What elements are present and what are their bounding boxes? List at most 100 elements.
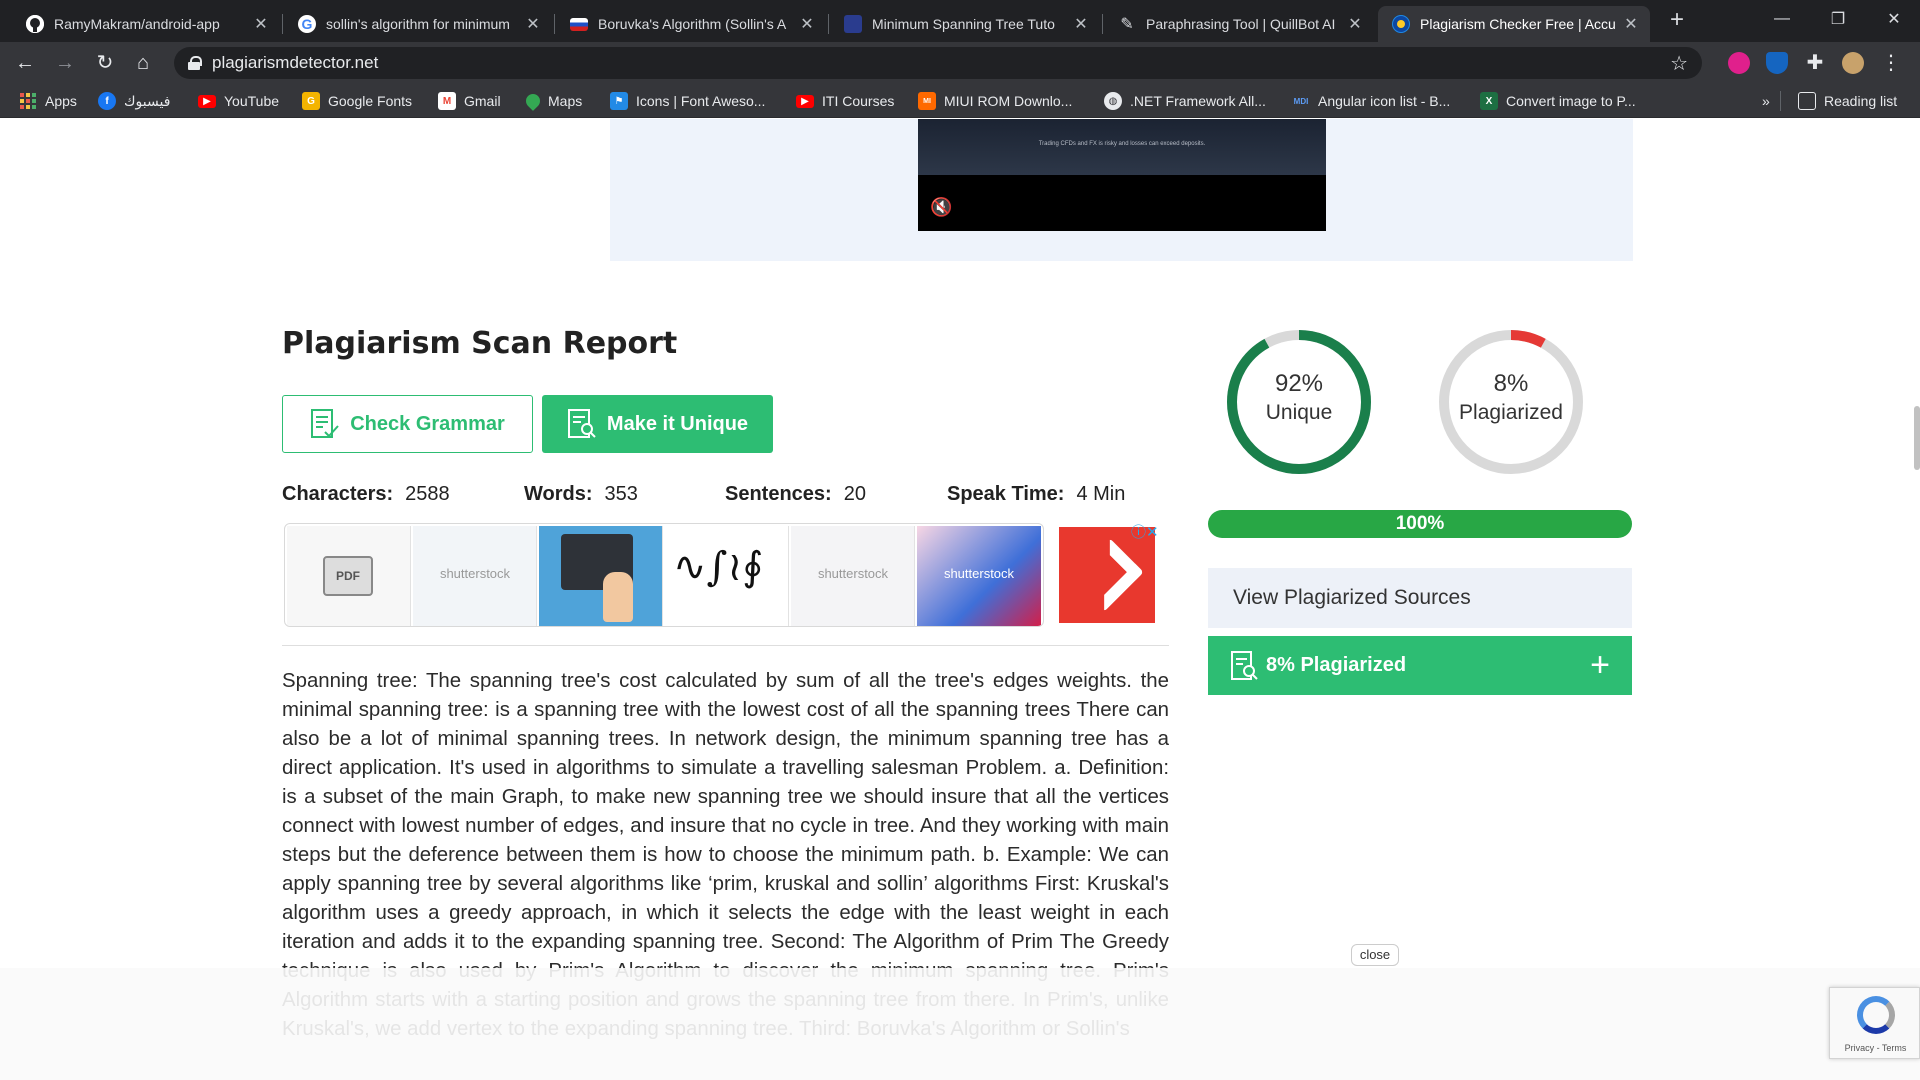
extensions-puzzle-icon[interactable]: ✚ bbox=[1804, 52, 1826, 74]
stat-speak-time: Speak Time: 4 Min bbox=[947, 483, 1125, 506]
plagiarism-site-icon bbox=[1392, 15, 1410, 33]
close-window-icon[interactable]: ✕ bbox=[1866, 0, 1920, 38]
back-arrow-icon[interactable]: ← bbox=[12, 50, 38, 76]
close-tab-icon[interactable]: ✕ bbox=[1346, 14, 1364, 34]
tab-quillbot[interactable]: ✎ Paraphrasing Tool | QuillBot AI ✕ bbox=[1104, 6, 1374, 42]
close-tab-icon[interactable]: ✕ bbox=[1622, 14, 1640, 34]
bookmark-miui[interactable]: MI MIUI ROM Downlo... bbox=[918, 91, 1072, 111]
stat-value: 20 bbox=[843, 483, 866, 505]
reading-list-icon bbox=[1798, 92, 1816, 110]
grammar-document-icon bbox=[311, 409, 339, 438]
tab-separator bbox=[828, 14, 829, 34]
bookmark-star-icon[interactable]: ☆ bbox=[1670, 51, 1688, 76]
bookmark-angular-icons[interactable]: MDI Angular icon list - B... bbox=[1292, 91, 1451, 111]
bookmark-label: Maps bbox=[548, 93, 583, 109]
image-ad-strip[interactable]: PDF shutterstock ∿∫≀∮ shutterstock shutt… bbox=[284, 523, 1044, 627]
close-tab-icon[interactable]: ✕ bbox=[524, 14, 542, 34]
bookmark-font-awesome[interactable]: ⚑ Icons | Font Aweso... bbox=[610, 91, 765, 111]
bookmark-google-fonts[interactable]: G Google Fonts bbox=[302, 91, 412, 111]
stat-value: 353 bbox=[604, 483, 638, 505]
bookmark-apps[interactable]: Apps bbox=[20, 91, 77, 111]
unique-label: Unique bbox=[1265, 401, 1333, 424]
document-search-icon bbox=[567, 409, 596, 438]
watermark: shutterstock bbox=[439, 566, 511, 581]
close-tab-icon[interactable]: ✕ bbox=[252, 14, 270, 34]
stat-label: Characters: bbox=[282, 483, 394, 505]
bookmark-iti-courses[interactable]: ▶ ITI Courses bbox=[796, 91, 894, 111]
ad-thumb-fingerprint[interactable] bbox=[539, 526, 663, 626]
ad-thumb-pdf[interactable]: PDF bbox=[287, 526, 411, 626]
google-icon: G bbox=[298, 15, 316, 33]
close-tab-icon[interactable]: ✕ bbox=[798, 14, 816, 34]
ad-thumb-tech[interactable]: shutterstock bbox=[917, 526, 1041, 626]
bookmark-dotnet[interactable]: ◍ .NET Framework All... bbox=[1104, 91, 1266, 111]
bookmark-label: Convert image to P... bbox=[1506, 93, 1636, 109]
mdi-icon: MDI bbox=[1293, 96, 1309, 106]
close-ad-button[interactable]: close bbox=[1351, 944, 1399, 966]
ad-thumb-calligraphy[interactable]: ∿∫≀∮ bbox=[665, 526, 789, 626]
new-tab-button[interactable]: + bbox=[1664, 8, 1690, 34]
home-icon[interactable]: ⌂ bbox=[130, 50, 156, 76]
plus-icon[interactable]: + bbox=[1590, 646, 1610, 685]
reading-list-button[interactable]: Reading list bbox=[1798, 91, 1897, 111]
address-bar[interactable]: plagiarismdetector.net ☆ bbox=[174, 47, 1702, 79]
stat-label: Sentences: bbox=[725, 483, 832, 505]
view-plagiarized-sources-button[interactable]: View Plagiarized Sources bbox=[1208, 568, 1632, 628]
restore-icon[interactable]: ❐ bbox=[1810, 0, 1866, 38]
minimize-icon[interactable]: — bbox=[1754, 0, 1810, 38]
bookmarks-overflow-chevron-icon[interactable]: » bbox=[1762, 91, 1770, 111]
google-fonts-icon: G bbox=[302, 92, 320, 110]
screen-recorder-extension-icon[interactable] bbox=[1728, 52, 1750, 74]
url-text[interactable]: plagiarismdetector.net bbox=[212, 53, 378, 73]
maps-icon bbox=[523, 91, 543, 111]
bookmark-youtube[interactable]: ▶ YouTube bbox=[198, 91, 279, 111]
ad-video-disclaimer: Trading CFDs and FX is risky and losses … bbox=[1038, 141, 1206, 147]
ad-video-player[interactable]: Trading CFDs and FX is risky and losses … bbox=[918, 119, 1326, 231]
ad-thumb-figure[interactable]: shutterstock bbox=[791, 526, 915, 626]
make-unique-label: Make it Unique bbox=[606, 412, 749, 435]
bottom-ad-overlay[interactable] bbox=[0, 968, 1920, 1080]
tab-mst-tutorial[interactable]: Minimum Spanning Tree Tuto ✕ bbox=[830, 6, 1100, 42]
plagiarized-expand-bar[interactable]: 8% Plagiarized + bbox=[1208, 636, 1632, 695]
shield-extension-icon[interactable] bbox=[1766, 52, 1788, 74]
forward-arrow-icon[interactable]: → bbox=[52, 50, 78, 76]
menu-kebab-icon[interactable]: ⋮ bbox=[1880, 52, 1902, 74]
bookmark-convert-image[interactable]: X Convert image to P... bbox=[1480, 91, 1636, 111]
ad-choices-icon[interactable]: ⓘ✕ bbox=[1131, 521, 1159, 542]
bookmark-label: فيسبوك bbox=[124, 92, 171, 109]
youtube-icon: ▶ bbox=[796, 94, 814, 108]
check-grammar-label: Check Grammar bbox=[350, 412, 505, 435]
tab-separator bbox=[282, 14, 283, 34]
lock-icon[interactable] bbox=[188, 56, 202, 70]
close-tab-icon[interactable]: ✕ bbox=[1072, 14, 1090, 34]
bookmark-label: MIUI ROM Downlo... bbox=[944, 93, 1073, 109]
recaptcha-links[interactable]: Privacy - Terms bbox=[1830, 1043, 1920, 1053]
page-scrollbar[interactable] bbox=[1914, 406, 1920, 470]
recaptcha-badge[interactable]: Privacy - Terms bbox=[1829, 987, 1920, 1059]
stat-label: Speak Time: bbox=[947, 483, 1065, 505]
bookmark-maps[interactable]: Maps bbox=[523, 91, 583, 111]
hand-image bbox=[603, 572, 633, 622]
bookmark-facebook[interactable]: f فيسبوك bbox=[98, 91, 170, 111]
tab-plagiarism-checker[interactable]: Plagiarism Checker Free | Accu ✕ bbox=[1378, 6, 1650, 42]
ad-thumb-runner[interactable]: shutterstock bbox=[413, 526, 537, 626]
bookmarks-divider bbox=[1780, 91, 1781, 111]
bookmark-label: Icons | Font Aweso... bbox=[636, 93, 766, 109]
tab-google-search[interactable]: G sollin's algorithm for minimum ✕ bbox=[284, 6, 552, 42]
globe-icon: ◍ bbox=[1104, 92, 1122, 110]
reload-icon[interactable]: ↻ bbox=[92, 50, 118, 76]
bookmark-label: Gmail bbox=[464, 93, 501, 109]
make-unique-button[interactable]: Make it Unique bbox=[542, 395, 773, 453]
bookmark-gmail[interactable]: M Gmail bbox=[438, 91, 501, 111]
tab-github[interactable]: RamyMakram/android-app ✕ bbox=[12, 6, 280, 42]
check-grammar-button[interactable]: Check Grammar bbox=[282, 395, 533, 453]
recaptcha-icon bbox=[1857, 996, 1895, 1034]
top-ad-banner[interactable]: Trading CFDs and FX is risky and losses … bbox=[610, 119, 1633, 261]
profile-avatar[interactable] bbox=[1842, 52, 1864, 74]
mute-icon[interactable]: 🔇 bbox=[930, 197, 952, 218]
section-divider bbox=[282, 645, 1169, 646]
apps-grid-icon bbox=[20, 93, 36, 109]
tab-boruvka[interactable]: Boruvka's Algorithm (Sollin's A ✕ bbox=[556, 6, 826, 42]
ad-logo-glyph bbox=[1070, 538, 1144, 612]
tab-title: Boruvka's Algorithm (Sollin's A bbox=[598, 16, 787, 32]
